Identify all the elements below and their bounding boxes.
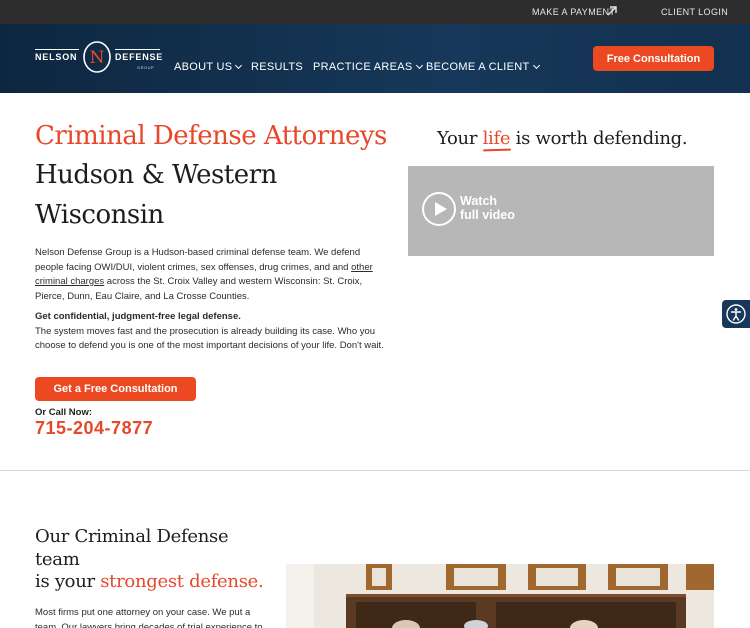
hero-title-line3: Wisconsin bbox=[35, 200, 164, 230]
team-heading-line2: team bbox=[35, 548, 80, 570]
hero-title-line2: Hudson & Western bbox=[35, 160, 277, 190]
client-login-link[interactable]: CLIENT LOGIN bbox=[661, 7, 728, 17]
logo-text-right: DEFENSE bbox=[115, 52, 164, 62]
team-heading-emphasis: strongest defense. bbox=[100, 571, 264, 592]
hero-title-line1: Criminal Defense Attorneys bbox=[35, 121, 387, 151]
play-icon[interactable] bbox=[422, 192, 456, 226]
logo-monogram-icon: N bbox=[83, 41, 111, 73]
tagline-emphasis: life bbox=[482, 128, 511, 149]
chevron-down-icon bbox=[235, 61, 243, 70]
nav-practice-areas[interactable]: PRACTICE AREAS bbox=[313, 61, 423, 73]
utility-bar: MAKE A PAYMENT CLIENT LOGIN bbox=[0, 0, 750, 24]
watch-line1: Watch bbox=[460, 194, 498, 208]
team-section-body: Most firms put one attorney on your case… bbox=[35, 607, 263, 628]
hero-bold-line: Get confidential, judgment-free legal de… bbox=[35, 311, 241, 322]
section-divider bbox=[0, 470, 750, 471]
nav-results-label: RESULTS bbox=[251, 61, 304, 73]
hero-intro-text: Nelson Defense Group is a Hudson-based c… bbox=[35, 247, 361, 273]
nav-become-label: BECOME A CLIENT bbox=[426, 61, 530, 73]
phone-number-link[interactable]: 715-204-7877 bbox=[35, 418, 153, 439]
call-now-label: Or Call Now: bbox=[35, 407, 93, 418]
tagline-text-end: is worth defending. bbox=[510, 128, 688, 149]
make-payment-link[interactable]: MAKE A PAYMENT bbox=[532, 7, 615, 17]
logo-subtext: GROUP bbox=[137, 65, 155, 70]
watch-line2: full video bbox=[460, 208, 515, 222]
hero-second-text: The system moves fast and the prosecutio… bbox=[35, 325, 384, 352]
nav-become-client[interactable]: BECOME A CLIENT bbox=[426, 61, 540, 73]
chevron-down-icon bbox=[532, 61, 540, 70]
logo-monogram-letter: N bbox=[90, 48, 105, 68]
external-arrow-icon bbox=[607, 6, 617, 16]
tagline-text-start: Your bbox=[437, 128, 483, 149]
logo[interactable]: NELSON DEFENSE GROUP N bbox=[35, 40, 164, 76]
video-tagline: Your life is worth defending. bbox=[437, 128, 688, 149]
logo-text-left: NELSON bbox=[35, 52, 78, 62]
team-photo bbox=[286, 564, 714, 628]
team-heading-line3: is your bbox=[35, 571, 101, 592]
team-photo-image bbox=[286, 564, 714, 628]
nav-learn[interactable]: LEARN bbox=[174, 92, 223, 104]
accessibility-icon bbox=[726, 304, 746, 324]
nav-results[interactable]: RESULTS bbox=[251, 61, 303, 73]
logo-rule-right bbox=[115, 49, 160, 50]
free-consultation-button[interactable]: Free Consultation bbox=[593, 46, 714, 71]
logo-rule-left bbox=[35, 49, 79, 50]
nav-about-label: ABOUT US bbox=[174, 61, 233, 73]
watch-video-label[interactable]: Watch full video bbox=[460, 194, 515, 222]
hero-intro-paragraph: Nelson Defense Group is a Hudson-based c… bbox=[35, 246, 385, 304]
main-navbar: NELSON DEFENSE GROUP N ABOUT US RESULTS … bbox=[0, 24, 750, 104]
team-heading-line1: Our Criminal Defense bbox=[35, 526, 229, 547]
chevron-down-icon bbox=[215, 92, 223, 101]
video-player[interactable]: Watch full video bbox=[408, 166, 714, 256]
get-free-consultation-button[interactable]: Get a Free Consultation bbox=[35, 377, 196, 401]
team-section-heading: Our Criminal Defense team is your stronges… bbox=[35, 526, 275, 594]
accessibility-widget-button[interactable] bbox=[722, 300, 750, 328]
chevron-down-icon bbox=[415, 61, 423, 70]
nav-about-us[interactable]: ABOUT US bbox=[174, 61, 243, 73]
nav-practice-label: PRACTICE AREAS bbox=[313, 61, 413, 73]
hero-second-paragraph: Get confidential, judgment-free legal de… bbox=[35, 310, 385, 354]
nav-learn-label: LEARN bbox=[174, 92, 213, 104]
